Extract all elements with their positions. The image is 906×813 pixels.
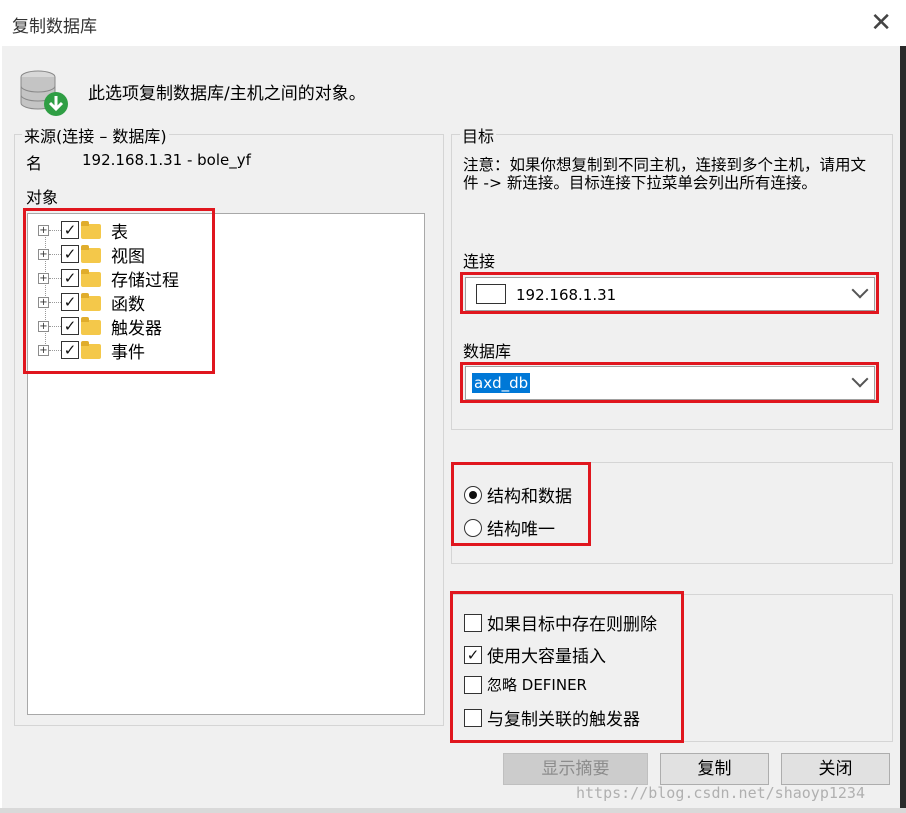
highlight-box-settings bbox=[450, 591, 684, 743]
watermark-text: https://blog.csdn.net/shaoyp1234 bbox=[576, 784, 865, 802]
source-name-label: 名 bbox=[26, 154, 43, 173]
source-legend: 来源(连接 – 数据库) bbox=[22, 123, 169, 147]
close-button[interactable]: 关闭 bbox=[781, 753, 890, 785]
highlight-box-database bbox=[460, 362, 879, 403]
close-icon[interactable]: ✕ bbox=[870, 8, 892, 38]
database-label: 数据库 bbox=[463, 342, 512, 361]
connection-label: 连接 bbox=[463, 252, 496, 271]
title-bar: 复制数据库 ✕ bbox=[0, 0, 906, 46]
background-edge bbox=[900, 46, 906, 808]
highlight-box-objects bbox=[23, 208, 215, 374]
show-summary-button[interactable]: 显示摘要 bbox=[503, 753, 648, 785]
target-note: 注意：如果你想复制到不同主机，连接到多个主机，请用文件 -> 新连接。目标连接下… bbox=[463, 156, 867, 192]
window-bottom-edge bbox=[0, 808, 906, 813]
source-name-value: 192.168.1.31 - bole_yf bbox=[82, 151, 251, 169]
objects-label: 对象 bbox=[26, 188, 59, 207]
highlight-box-mode bbox=[451, 462, 591, 546]
copy-button[interactable]: 复制 bbox=[660, 753, 769, 785]
window-title: 复制数据库 bbox=[12, 17, 97, 37]
highlight-box-connection bbox=[460, 272, 879, 314]
dialog-description: 此选项复制数据库/主机之间的对象。 bbox=[88, 84, 366, 104]
target-legend: 目标 bbox=[460, 123, 497, 147]
database-copy-icon bbox=[20, 70, 68, 116]
